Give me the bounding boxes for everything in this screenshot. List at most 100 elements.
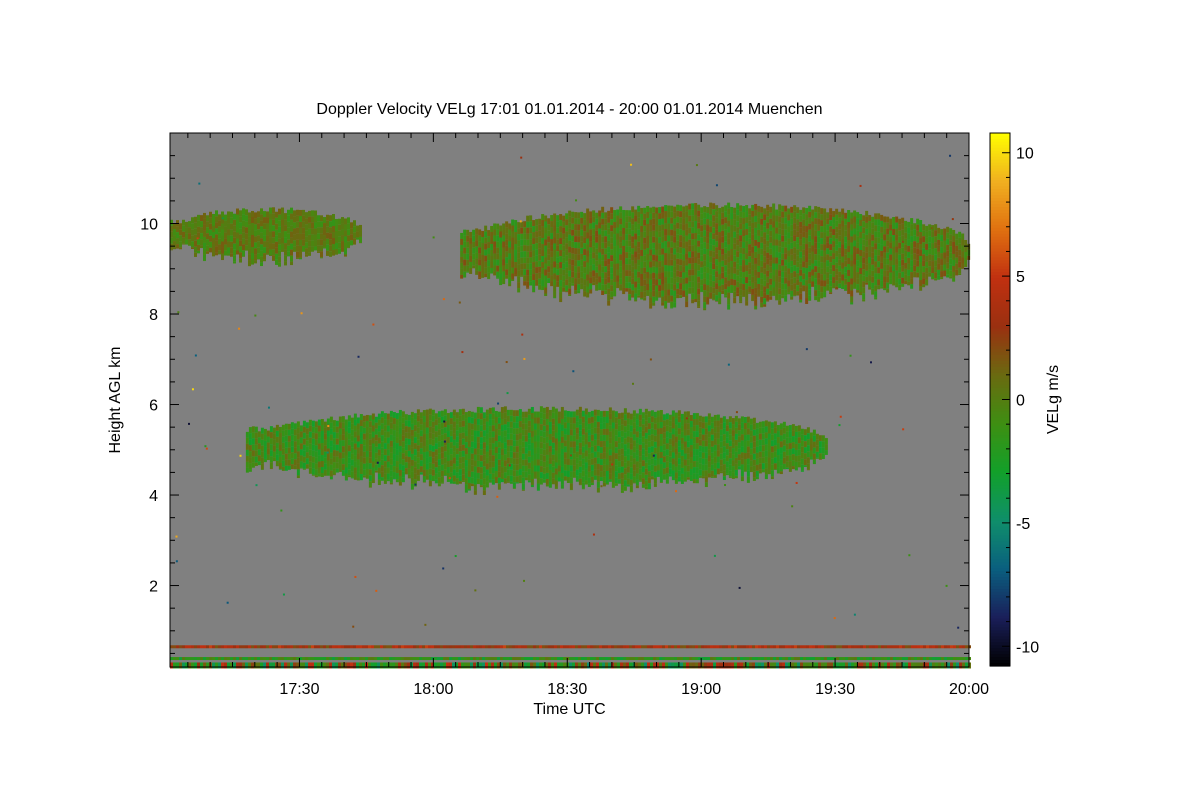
velocity-cell bbox=[817, 266, 821, 273]
velocity-cell bbox=[560, 442, 564, 449]
velocity-cell bbox=[485, 475, 489, 482]
velocity-cell bbox=[646, 206, 650, 213]
velocity-cell bbox=[323, 451, 327, 458]
velocity-cell bbox=[515, 410, 519, 417]
velocity-cell bbox=[212, 231, 215, 238]
velocity-cell bbox=[626, 418, 630, 425]
velocity-cell bbox=[667, 253, 671, 260]
velocity-cell bbox=[496, 253, 500, 260]
velocity-cell bbox=[514, 226, 518, 233]
velocity-cell bbox=[542, 473, 546, 480]
velocity-cell bbox=[568, 282, 572, 289]
surface-noise-cell bbox=[215, 645, 218, 649]
velocity-cell bbox=[760, 254, 764, 261]
velocity-cell bbox=[542, 425, 546, 432]
velocity-cell bbox=[781, 289, 785, 296]
velocity-cell bbox=[742, 212, 746, 219]
velocity-cell bbox=[227, 241, 230, 248]
velocity-cell bbox=[632, 416, 636, 423]
velocity-cell bbox=[578, 454, 582, 461]
velocity-cell bbox=[563, 410, 567, 417]
velocity-cell bbox=[320, 251, 323, 258]
velocity-cell bbox=[946, 250, 950, 257]
velocity-cell bbox=[458, 469, 462, 476]
velocity-cell bbox=[503, 478, 507, 484]
surface-noise-cell bbox=[245, 645, 248, 649]
velocity-cell bbox=[293, 429, 297, 436]
velocity-cell bbox=[868, 245, 872, 252]
velocity-cell bbox=[281, 231, 284, 238]
velocity-cell bbox=[389, 410, 393, 417]
velocity-cell bbox=[841, 244, 845, 251]
velocity-cell bbox=[568, 294, 572, 297]
velocity-cell bbox=[841, 280, 845, 287]
velocity-cell bbox=[622, 209, 626, 216]
velocity-cell bbox=[652, 230, 656, 237]
velocity-cell bbox=[326, 418, 330, 425]
velocity-cell bbox=[779, 447, 783, 454]
velocity-cell bbox=[679, 271, 683, 278]
velocity-cell bbox=[592, 258, 596, 265]
velocity-cell bbox=[919, 226, 923, 233]
velocity-cell bbox=[925, 231, 929, 238]
velocity-cell bbox=[587, 483, 591, 487]
velocity-cell bbox=[743, 435, 747, 442]
velocity-cell bbox=[640, 255, 644, 262]
velocity-cell bbox=[640, 207, 644, 214]
velocity-cell bbox=[655, 273, 659, 280]
velocity-cell bbox=[724, 211, 728, 218]
velocity-cell bbox=[341, 434, 345, 441]
velocity-cell bbox=[694, 202, 698, 209]
velocity-cell bbox=[838, 283, 842, 289]
velocity-cell bbox=[751, 252, 755, 259]
velocity-cell bbox=[535, 279, 539, 286]
velocity-cell bbox=[580, 265, 584, 272]
velocity-cell bbox=[257, 443, 261, 450]
velocity-cell bbox=[670, 229, 674, 236]
velocity-cell bbox=[865, 264, 869, 271]
velocity-cell bbox=[754, 281, 758, 288]
velocity-cell bbox=[700, 207, 704, 214]
velocity-cell bbox=[308, 425, 312, 432]
velocity-cell bbox=[700, 243, 704, 250]
velocity-cell bbox=[946, 274, 950, 278]
velocity-cell bbox=[712, 239, 716, 246]
velocity-cell bbox=[817, 290, 821, 297]
velocity-cell bbox=[548, 457, 552, 464]
velocity-cell bbox=[892, 216, 896, 223]
velocity-cell bbox=[646, 272, 650, 279]
velocity-cell bbox=[476, 478, 480, 485]
velocity-cell bbox=[455, 424, 459, 431]
velocity-cell bbox=[955, 251, 959, 258]
velocity-cell bbox=[715, 217, 719, 224]
velocity-cell bbox=[592, 252, 596, 259]
velocity-cell bbox=[688, 233, 692, 240]
velocity-cell bbox=[733, 219, 737, 226]
velocity-cell bbox=[715, 283, 719, 290]
velocity-cell bbox=[697, 300, 701, 307]
velocity-cell bbox=[646, 230, 650, 237]
velocity-cell bbox=[538, 260, 542, 267]
velocity-cell bbox=[904, 268, 908, 275]
velocity-cell bbox=[314, 216, 317, 223]
velocity-cell bbox=[473, 472, 477, 479]
velocity-cell bbox=[512, 476, 516, 483]
velocity-cell bbox=[664, 265, 668, 272]
velocity-cell bbox=[629, 413, 633, 420]
velocity-cell bbox=[841, 232, 845, 239]
velocity-cell bbox=[700, 273, 704, 280]
velocity-cell bbox=[311, 246, 314, 252]
velocity-cell bbox=[754, 251, 758, 258]
velocity-cell bbox=[862, 233, 866, 240]
velocity-cell bbox=[326, 430, 330, 437]
velocity-cell bbox=[788, 449, 792, 456]
velocity-cell bbox=[608, 425, 612, 432]
velocity-cell bbox=[559, 268, 563, 275]
velocity-cell bbox=[320, 454, 324, 461]
velocity-cell bbox=[631, 266, 635, 273]
velocity-cell bbox=[532, 280, 536, 287]
velocity-cell bbox=[308, 419, 312, 426]
velocity-cell bbox=[919, 280, 923, 287]
velocity-cell bbox=[425, 469, 429, 476]
velocity-cell bbox=[593, 445, 597, 452]
